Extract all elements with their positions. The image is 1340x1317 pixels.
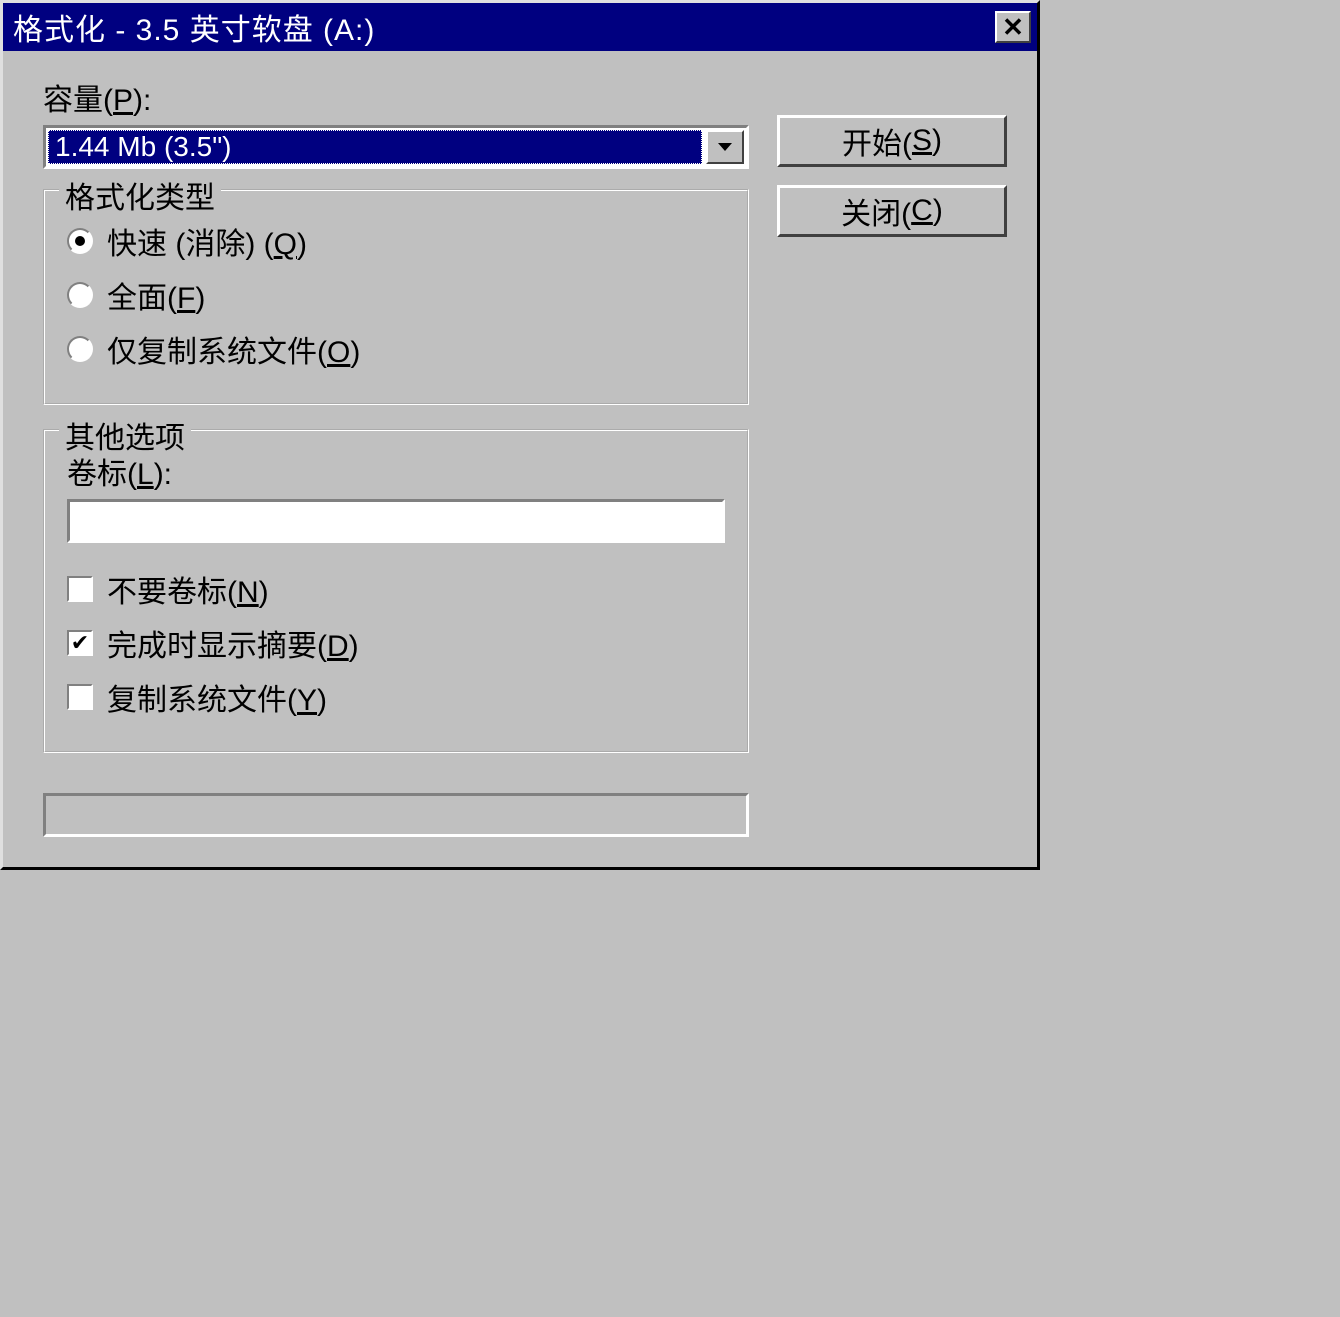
format-dialog: 格式化 - 3.5 英寸软盘 (A:) ✕ 容量(P): 1.44 Mb (3.… [0,0,1040,870]
radio-quick-label: 快速 (消除) (Q) [107,219,307,263]
close-button[interactable]: 关闭(C) [777,185,1007,237]
checkbox-no-label-text: 不要卷标(N) [107,567,269,611]
close-icon[interactable]: ✕ [995,11,1031,43]
checkbox-icon[interactable] [67,684,93,710]
start-button[interactable]: 开始(S) [777,115,1007,167]
left-column: 容量(P): 1.44 Mb (3.5") 格式化类型 快速 (消除) (Q) … [43,75,749,837]
checkbox-copy-system-text: 复制系统文件(Y) [107,675,327,719]
radio-full-label: 全面(F) [107,273,205,317]
dialog-content: 容量(P): 1.44 Mb (3.5") 格式化类型 快速 (消除) (Q) … [3,51,1037,867]
checkbox-no-label[interactable]: 不要卷标(N) [67,567,725,611]
format-type-legend: 格式化类型 [59,173,221,217]
radio-icon[interactable] [67,228,93,254]
radio-icon[interactable] [67,282,93,308]
radio-icon[interactable] [67,336,93,362]
format-type-group: 格式化类型 快速 (消除) (Q) 全面(F) 仅复制系统文件(O) [43,189,749,405]
capacity-label: 容量(P): [43,75,749,119]
capacity-combo[interactable]: 1.44 Mb (3.5") [43,125,749,169]
radio-quick[interactable]: 快速 (消除) (Q) [67,219,725,263]
checkbox-show-summary-text: 完成时显示摘要(D) [107,621,359,665]
radio-copy-system-label: 仅复制系统文件(O) [107,327,360,371]
checkbox-copy-system[interactable]: 复制系统文件(Y) [67,675,725,719]
other-options-legend: 其他选项 [59,413,191,457]
checkbox-icon[interactable] [67,576,93,602]
window-title: 格式化 - 3.5 英寸软盘 (A:) [13,5,375,49]
right-column: 开始(S) 关闭(C) [777,75,1007,255]
chevron-down-icon[interactable] [706,130,744,164]
capacity-value: 1.44 Mb (3.5") [48,130,702,164]
titlebar[interactable]: 格式化 - 3.5 英寸软盘 (A:) ✕ [3,3,1037,51]
checkbox-show-summary[interactable]: 完成时显示摘要(D) [67,621,725,665]
checkbox-icon[interactable] [67,630,93,656]
volume-input[interactable] [67,499,725,543]
progress-bar [43,793,749,837]
radio-copy-system[interactable]: 仅复制系统文件(O) [67,327,725,371]
other-options-group: 其他选项 卷标(L): 不要卷标(N) 完成时显示摘要(D) 复制系统文件(Y) [43,429,749,753]
radio-full[interactable]: 全面(F) [67,273,725,317]
